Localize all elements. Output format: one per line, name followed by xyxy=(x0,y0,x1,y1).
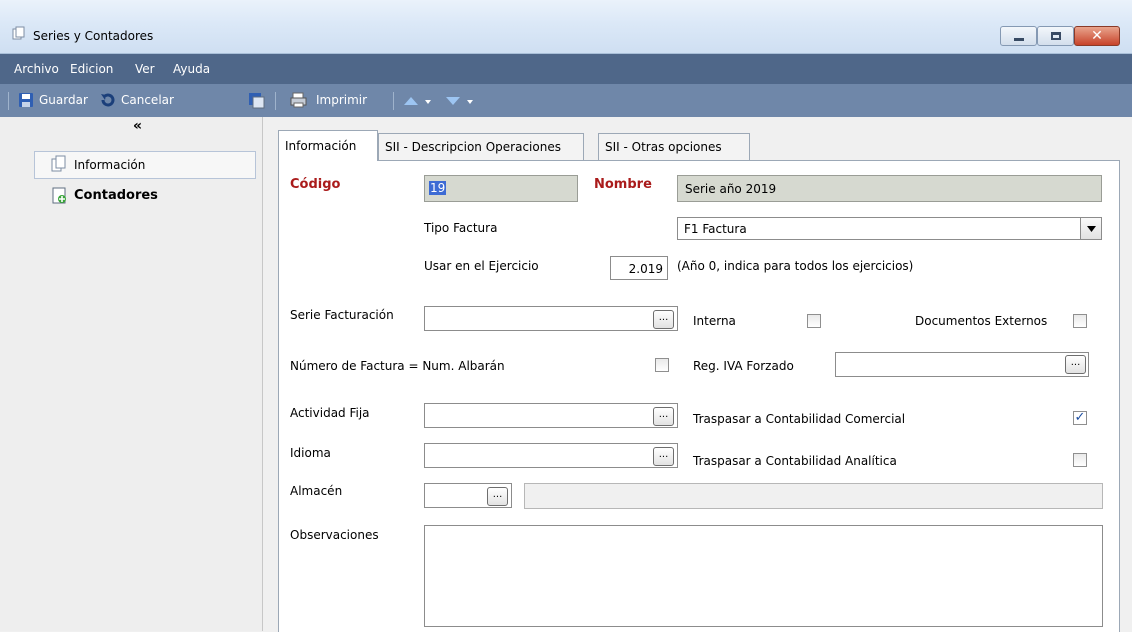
doc-externos-label: Documentos Externos xyxy=(915,314,1048,328)
minimize-icon xyxy=(1013,37,1024,41)
codigo-field[interactable]: 19 xyxy=(424,175,578,202)
actividad-label: Actividad Fija xyxy=(290,406,370,420)
print-icon xyxy=(290,92,307,108)
window-title: Series y Contadores xyxy=(33,29,154,43)
tab-sii-otras[interactable]: SII - Otras opciones xyxy=(598,133,750,160)
menu-archivo[interactable]: Archivo xyxy=(14,62,59,76)
undo-icon xyxy=(101,93,115,107)
codigo-label: Código xyxy=(290,177,341,192)
close-icon: ✕ xyxy=(1091,28,1103,44)
idioma-lookup-button[interactable]: ... xyxy=(653,447,674,466)
menu-ayuda[interactable]: Ayuda xyxy=(173,62,210,76)
actividad-lookup-button[interactable]: ... xyxy=(653,407,674,426)
doc-externos-checkbox[interactable] xyxy=(1073,314,1087,328)
idioma-field[interactable] xyxy=(424,443,678,468)
tipo-factura-label: Tipo Factura xyxy=(424,221,498,235)
menu-edicion[interactable]: Edicion xyxy=(70,62,113,76)
num-factura-label: Número de Factura = Num. Albarán xyxy=(290,359,505,373)
title-bar xyxy=(0,0,1132,54)
sidebar-item-informacion-label: Información xyxy=(74,158,146,172)
nombre-label: Nombre xyxy=(594,177,652,192)
almacen-lookup-button[interactable]: ... xyxy=(487,487,508,506)
nombre-field[interactable]: Serie año 2019 xyxy=(677,175,1102,202)
toolbar-separator-2 xyxy=(393,92,394,110)
document-icon xyxy=(51,155,66,172)
minimize-button[interactable] xyxy=(1000,26,1037,46)
nav-down-icon[interactable] xyxy=(444,96,484,106)
collapse-sidebar-button[interactable]: « xyxy=(133,118,142,134)
ejercicio-hint: (Año 0, indica para todos los ejercicios… xyxy=(677,259,914,273)
serie-facturacion-label: Serie Facturación xyxy=(290,308,394,322)
serie-facturacion-field[interactable] xyxy=(424,306,678,331)
observaciones-textarea[interactable] xyxy=(424,525,1103,627)
close-button[interactable]: ✕ xyxy=(1074,26,1120,46)
tipo-factura-select[interactable]: F1 Factura xyxy=(677,217,1102,240)
toolbar-separator xyxy=(275,92,276,110)
contab-analitica-checkbox[interactable] xyxy=(1073,453,1087,467)
contab-comercial-checkbox[interactable]: ✓ xyxy=(1073,411,1087,425)
almacen-name-field xyxy=(524,483,1103,509)
menu-archivo-label: Archivo xyxy=(14,62,59,76)
menu-ver-label: Ver xyxy=(135,62,155,76)
observaciones-label: Observaciones xyxy=(290,528,379,542)
tab-informacion[interactable]: Información xyxy=(278,130,378,161)
tipo-factura-value: F1 Factura xyxy=(684,222,747,236)
menu-ver[interactable]: Ver xyxy=(135,62,155,76)
interna-label: Interna xyxy=(693,314,736,328)
checkmark-icon: ✓ xyxy=(1074,410,1086,425)
codigo-value: 19 xyxy=(429,181,447,195)
idioma-label: Idioma xyxy=(290,446,331,460)
menu-bar xyxy=(0,54,1132,84)
almacen-label: Almacén xyxy=(290,484,343,498)
toolbar-grip xyxy=(8,92,9,110)
ejercicio-label: Usar en el Ejercicio xyxy=(424,259,539,273)
contab-comercial-label: Traspasar a Contabilidad Comercial xyxy=(693,412,906,426)
menu-ayuda-label: Ayuda xyxy=(173,62,211,76)
serie-facturacion-lookup-button[interactable]: ... xyxy=(653,310,674,329)
reg-iva-lookup-button[interactable]: ... xyxy=(1065,355,1086,374)
add-document-icon xyxy=(52,187,66,204)
tab-sii-descripcion[interactable]: SII - Descripcion Operaciones xyxy=(378,133,584,160)
reg-iva-label: Reg. IVA Forzado xyxy=(693,359,794,373)
maximize-button[interactable] xyxy=(1037,26,1074,46)
save-button[interactable]: Guardar xyxy=(39,93,88,107)
maximize-icon xyxy=(1050,32,1061,40)
sidebar-item-contadores[interactable]: Contadores xyxy=(74,188,158,203)
print-button[interactable]: Imprimir xyxy=(316,93,367,107)
cancel-button[interactable]: Cancelar xyxy=(121,93,174,107)
num-factura-checkbox[interactable] xyxy=(655,358,669,372)
actividad-field[interactable] xyxy=(424,403,678,428)
ejercicio-field[interactable]: 2.019 xyxy=(610,256,668,280)
save-icon xyxy=(19,93,33,107)
menu-edicion-label: Edicion xyxy=(70,62,114,76)
app-icon xyxy=(12,26,25,40)
reg-iva-field[interactable] xyxy=(835,352,1089,377)
chevron-down-icon[interactable] xyxy=(1080,218,1101,239)
nav-up-icon[interactable] xyxy=(402,96,440,106)
interna-checkbox[interactable] xyxy=(807,314,821,328)
contab-analitica-label: Traspasar a Contabilidad Analítica xyxy=(693,454,897,468)
save-as-icon[interactable] xyxy=(248,92,265,109)
